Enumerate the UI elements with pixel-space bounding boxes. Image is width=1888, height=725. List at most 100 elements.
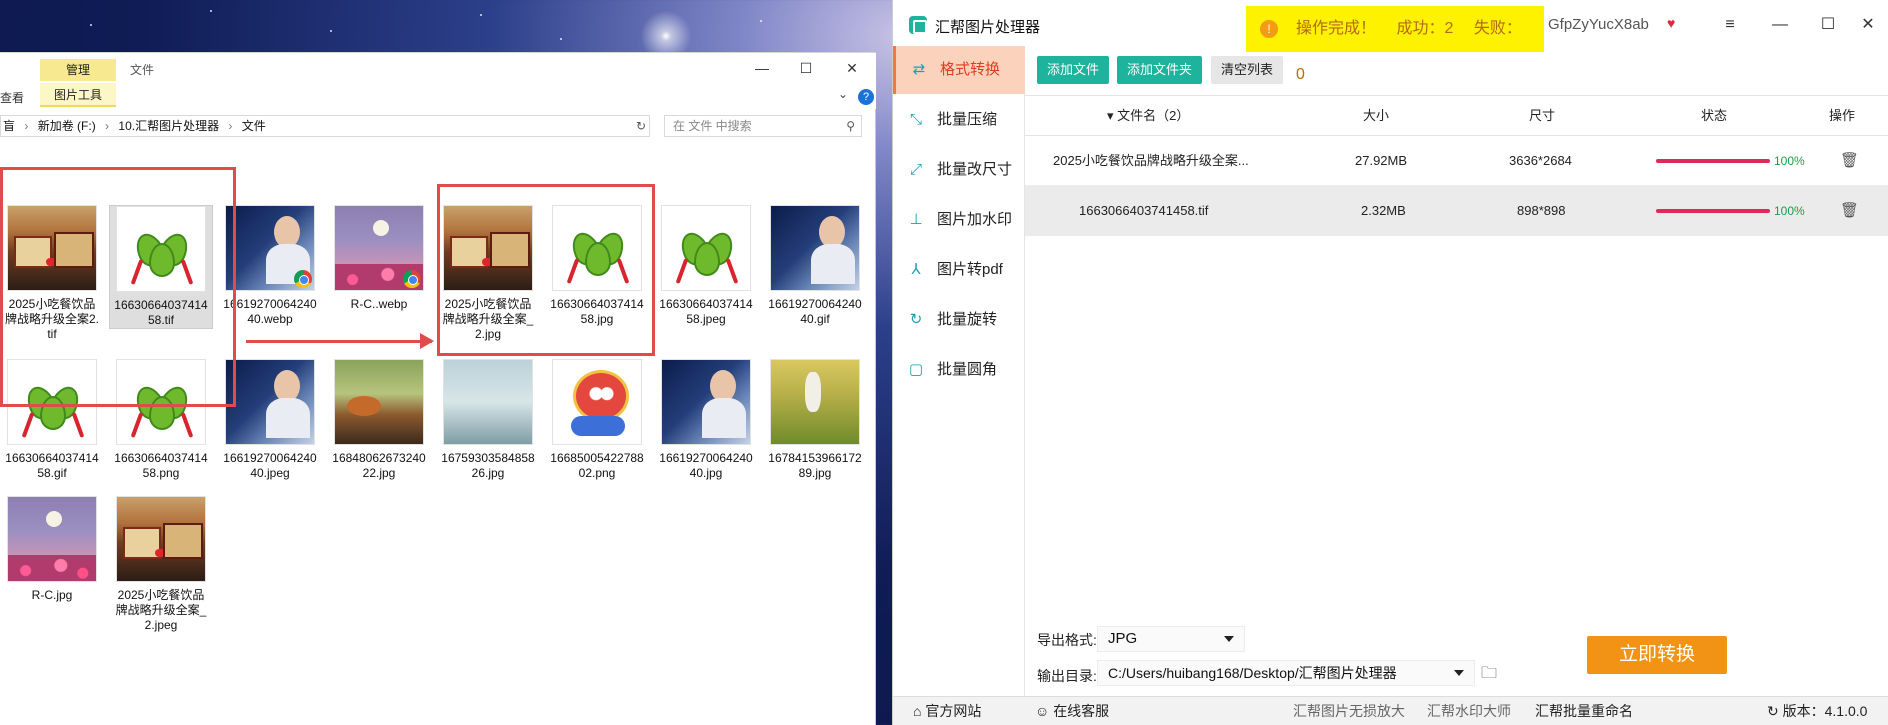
file-item[interactable]: 1678415396617289.jpg: [763, 359, 867, 481]
rotate-icon: ↻: [909, 311, 923, 328]
flower-art: [444, 360, 532, 444]
search-input[interactable]: 在 文件 中搜索 ⚲: [664, 115, 862, 137]
tab-view[interactable]: 查看: [0, 89, 24, 106]
chrome-icon: [294, 270, 312, 288]
output-dir-label: 输出目录:: [1037, 668, 1097, 684]
file-item[interactable]: R-C..webp: [327, 205, 431, 312]
file-item[interactable]: 1668500542278802.png: [545, 359, 649, 481]
breadcrumb-separator: ›: [105, 119, 110, 133]
file-item[interactable]: 1663066403741458.jpeg: [654, 205, 758, 327]
file-item[interactable]: 1684806267324022.jpg: [327, 359, 431, 481]
table-row[interactable]: 2025小吃餐饮品牌战略升级全案... 27.92MB 3636*2684 10…: [1025, 136, 1888, 186]
explorer-ribbon: 管理 文件 查看 图片工具 — ☐ ✕ ⌄ ?: [0, 53, 876, 109]
file-item[interactable]: 1675930358485826.jpg: [436, 359, 540, 481]
convert-icon: ⇄: [912, 61, 926, 78]
sidebar-item[interactable]: ↻ 批量旋转: [893, 296, 1025, 344]
help-icon[interactable]: ?: [858, 89, 874, 105]
table-row[interactable]: 1663066403741458.tif 2.32MB 898*898 100%…: [1025, 186, 1888, 236]
minimize-button[interactable]: —: [1765, 14, 1795, 36]
breadcrumb-drive[interactable]: 新加卷 (F:): [38, 119, 96, 133]
star: [210, 10, 212, 12]
header-action: 操作: [1829, 108, 1856, 123]
operation-complete-toast: ! 操作完成！ 成功：2 失败：0: [1246, 6, 1544, 83]
header-filename[interactable]: ▾ 文件名（2）: [1107, 96, 1189, 136]
breadcrumb-folder[interactable]: 10.汇帮图片处理器: [118, 119, 219, 133]
sidebar-item-label: 批量压缩: [937, 111, 998, 128]
row-filename: 1663066403741458.tif: [1079, 203, 1209, 218]
version-label: 版本：4.1.0.0: [1782, 703, 1868, 719]
file-thumbnail: [770, 359, 860, 445]
sidebar-item-label: 图片转pdf: [937, 261, 1003, 278]
footer-bar: ⌂ 官方网站 ☺ 在线客服 汇帮图片无损放大 汇帮水印大师 汇帮批量重命名 ↻ …: [893, 696, 1888, 725]
star: [330, 30, 332, 32]
footer-link-watermark[interactable]: 汇帮水印大师: [1427, 697, 1511, 725]
maximize-button[interactable]: ☐: [1813, 14, 1843, 36]
footer-link-upscale[interactable]: 汇帮图片无损放大: [1293, 697, 1405, 725]
minimize-button[interactable]: —: [742, 57, 782, 79]
star: [760, 20, 762, 22]
header-size: 大小: [1363, 108, 1390, 123]
version-info[interactable]: ↻ 版本：4.1.0.0: [1767, 697, 1867, 725]
tab-manage[interactable]: 管理: [40, 59, 116, 81]
file-thumbnail: [443, 359, 533, 445]
folder-open-icon[interactable]: 🗀: [1481, 662, 1501, 682]
add-folder-button[interactable]: 添加文件夹: [1117, 56, 1203, 84]
app-logo-icon: [909, 16, 927, 34]
file-name: R-C..webp: [350, 297, 408, 311]
file-thumbnail: [334, 359, 424, 445]
star: [560, 38, 562, 40]
close-button[interactable]: ✕: [1853, 14, 1883, 36]
tab-file[interactable]: 文件: [130, 61, 154, 78]
sidebar-item[interactable]: ▢ 批量圆角: [893, 346, 1025, 394]
support-link[interactable]: ☺ 在线客服: [1035, 697, 1109, 725]
file-item[interactable]: 1661927006424040.gif: [763, 205, 867, 327]
add-file-button[interactable]: 添加文件: [1037, 56, 1110, 84]
file-item[interactable]: 2025小吃餐饮品牌战略升级全案_2.jpeg: [109, 496, 213, 633]
menu-button[interactable]: ≡: [1715, 14, 1745, 36]
sidebar-item[interactable]: ⤡ 批量压缩: [893, 96, 1025, 144]
user-id[interactable]: GfpZyYucX8ab: [1548, 16, 1649, 33]
file-thumbnail: [334, 205, 424, 291]
delete-icon[interactable]: 🗑: [1840, 136, 1859, 186]
refresh-icon[interactable]: ↻: [632, 115, 650, 137]
sidebar-item[interactable]: ⇄ 格式转换: [893, 46, 1025, 94]
file-thumbnail: [770, 205, 860, 291]
round-corner-icon: ▢: [908, 361, 924, 378]
storefront-art: [117, 497, 205, 581]
file-name: 2025小吃餐饮品牌战略升级全案_2.jpeg: [115, 588, 207, 632]
star: [480, 14, 482, 16]
output-dir-select[interactable]: C:/Users/huibang168/Desktop/汇帮图片处理器: [1097, 660, 1475, 686]
sidebar-item[interactable]: ⤢ 批量改尺寸: [893, 146, 1025, 194]
watermark-icon: ⊥: [909, 211, 923, 228]
maximize-button[interactable]: ☐: [786, 57, 826, 79]
search-icon: ⚲: [846, 119, 855, 133]
clear-list-button[interactable]: 清空列表: [1211, 56, 1284, 84]
sidebar-item-label: 格式转换: [940, 61, 1001, 78]
tab-picture-tools[interactable]: 图片工具: [40, 83, 116, 107]
breadcrumb-current[interactable]: 文件: [242, 119, 266, 133]
file-name: 1661927006424040.jpeg: [223, 451, 317, 480]
file-thumbnail: [225, 359, 315, 445]
close-button[interactable]: ✕: [832, 57, 872, 79]
zongzi-art: [675, 224, 739, 284]
sidebar-item[interactable]: ⅄ 图片转pdf: [893, 246, 1025, 294]
delete-icon[interactable]: 🗑: [1840, 186, 1859, 236]
row-filename: 2025小吃餐饮品牌战略升级全案...: [1053, 153, 1249, 168]
image-processor-window: 汇帮图片处理器 GfpZyYucX8ab ♥ ≡ — ☐ ✕ ⇄ 格式转换 ⤡ 批量压…: [892, 0, 1888, 725]
address-bar[interactable]: 盲 › 新加卷 (F:) › 10.汇帮图片处理器 › 文件: [0, 115, 650, 137]
chevron-down-icon[interactable]: ⌄: [838, 87, 848, 101]
table-header: ▾ 文件名（2） 大小 尺寸 状态 操作: [1025, 96, 1888, 136]
progress-bar: [1656, 159, 1770, 163]
export-settings: 导出格式: JPG 输出目录: C:/Users/huibang168/Desk…: [1025, 620, 1888, 690]
convert-now-button[interactable]: 立即转换: [1587, 636, 1727, 674]
star: [90, 24, 92, 26]
file-name: 1661927006424040.jpg: [659, 451, 753, 480]
footer-link-rename[interactable]: 汇帮批量重命名: [1535, 697, 1633, 725]
website-link[interactable]: ⌂ 官方网站: [913, 697, 981, 725]
file-item[interactable]: R-C.jpg: [0, 496, 104, 603]
export-format-select[interactable]: JPG: [1097, 626, 1245, 652]
row-progress: 100%: [1774, 204, 1805, 218]
vip-heart-icon[interactable]: ♥: [1667, 16, 1683, 30]
sidebar-item[interactable]: ⊥ 图片加水印: [893, 196, 1025, 244]
file-item[interactable]: 1661927006424040.jpg: [654, 359, 758, 481]
